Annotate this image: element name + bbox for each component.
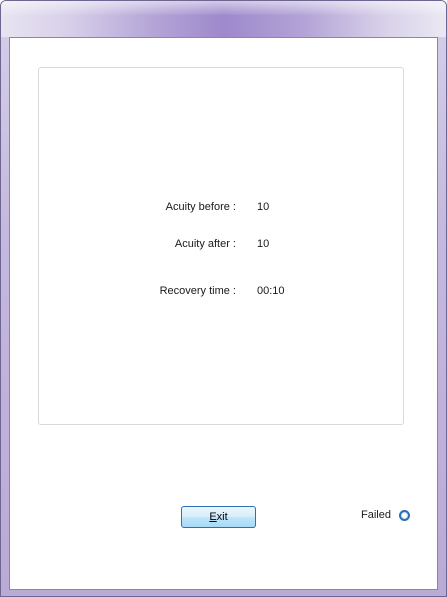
recovery-time-label: Recovery time : xyxy=(159,285,236,297)
recovery-time-value: 00:10 xyxy=(257,285,285,297)
acuity-before-value: 10 xyxy=(257,201,270,213)
status-text: Failed xyxy=(361,509,391,521)
exit-button[interactable]: Exit xyxy=(181,506,256,528)
exit-button-label: xit xyxy=(216,511,228,523)
acuity-before-label: Acuity before : xyxy=(165,201,236,213)
exit-button-accelerator: E xyxy=(209,511,217,523)
acuity-after-value: 10 xyxy=(257,238,270,250)
radio-indicator-icon xyxy=(399,510,410,521)
title-bar[interactable] xyxy=(1,1,446,37)
acuity-after-label: Acuity after : xyxy=(174,238,236,250)
title-bar-gloss xyxy=(1,1,446,15)
